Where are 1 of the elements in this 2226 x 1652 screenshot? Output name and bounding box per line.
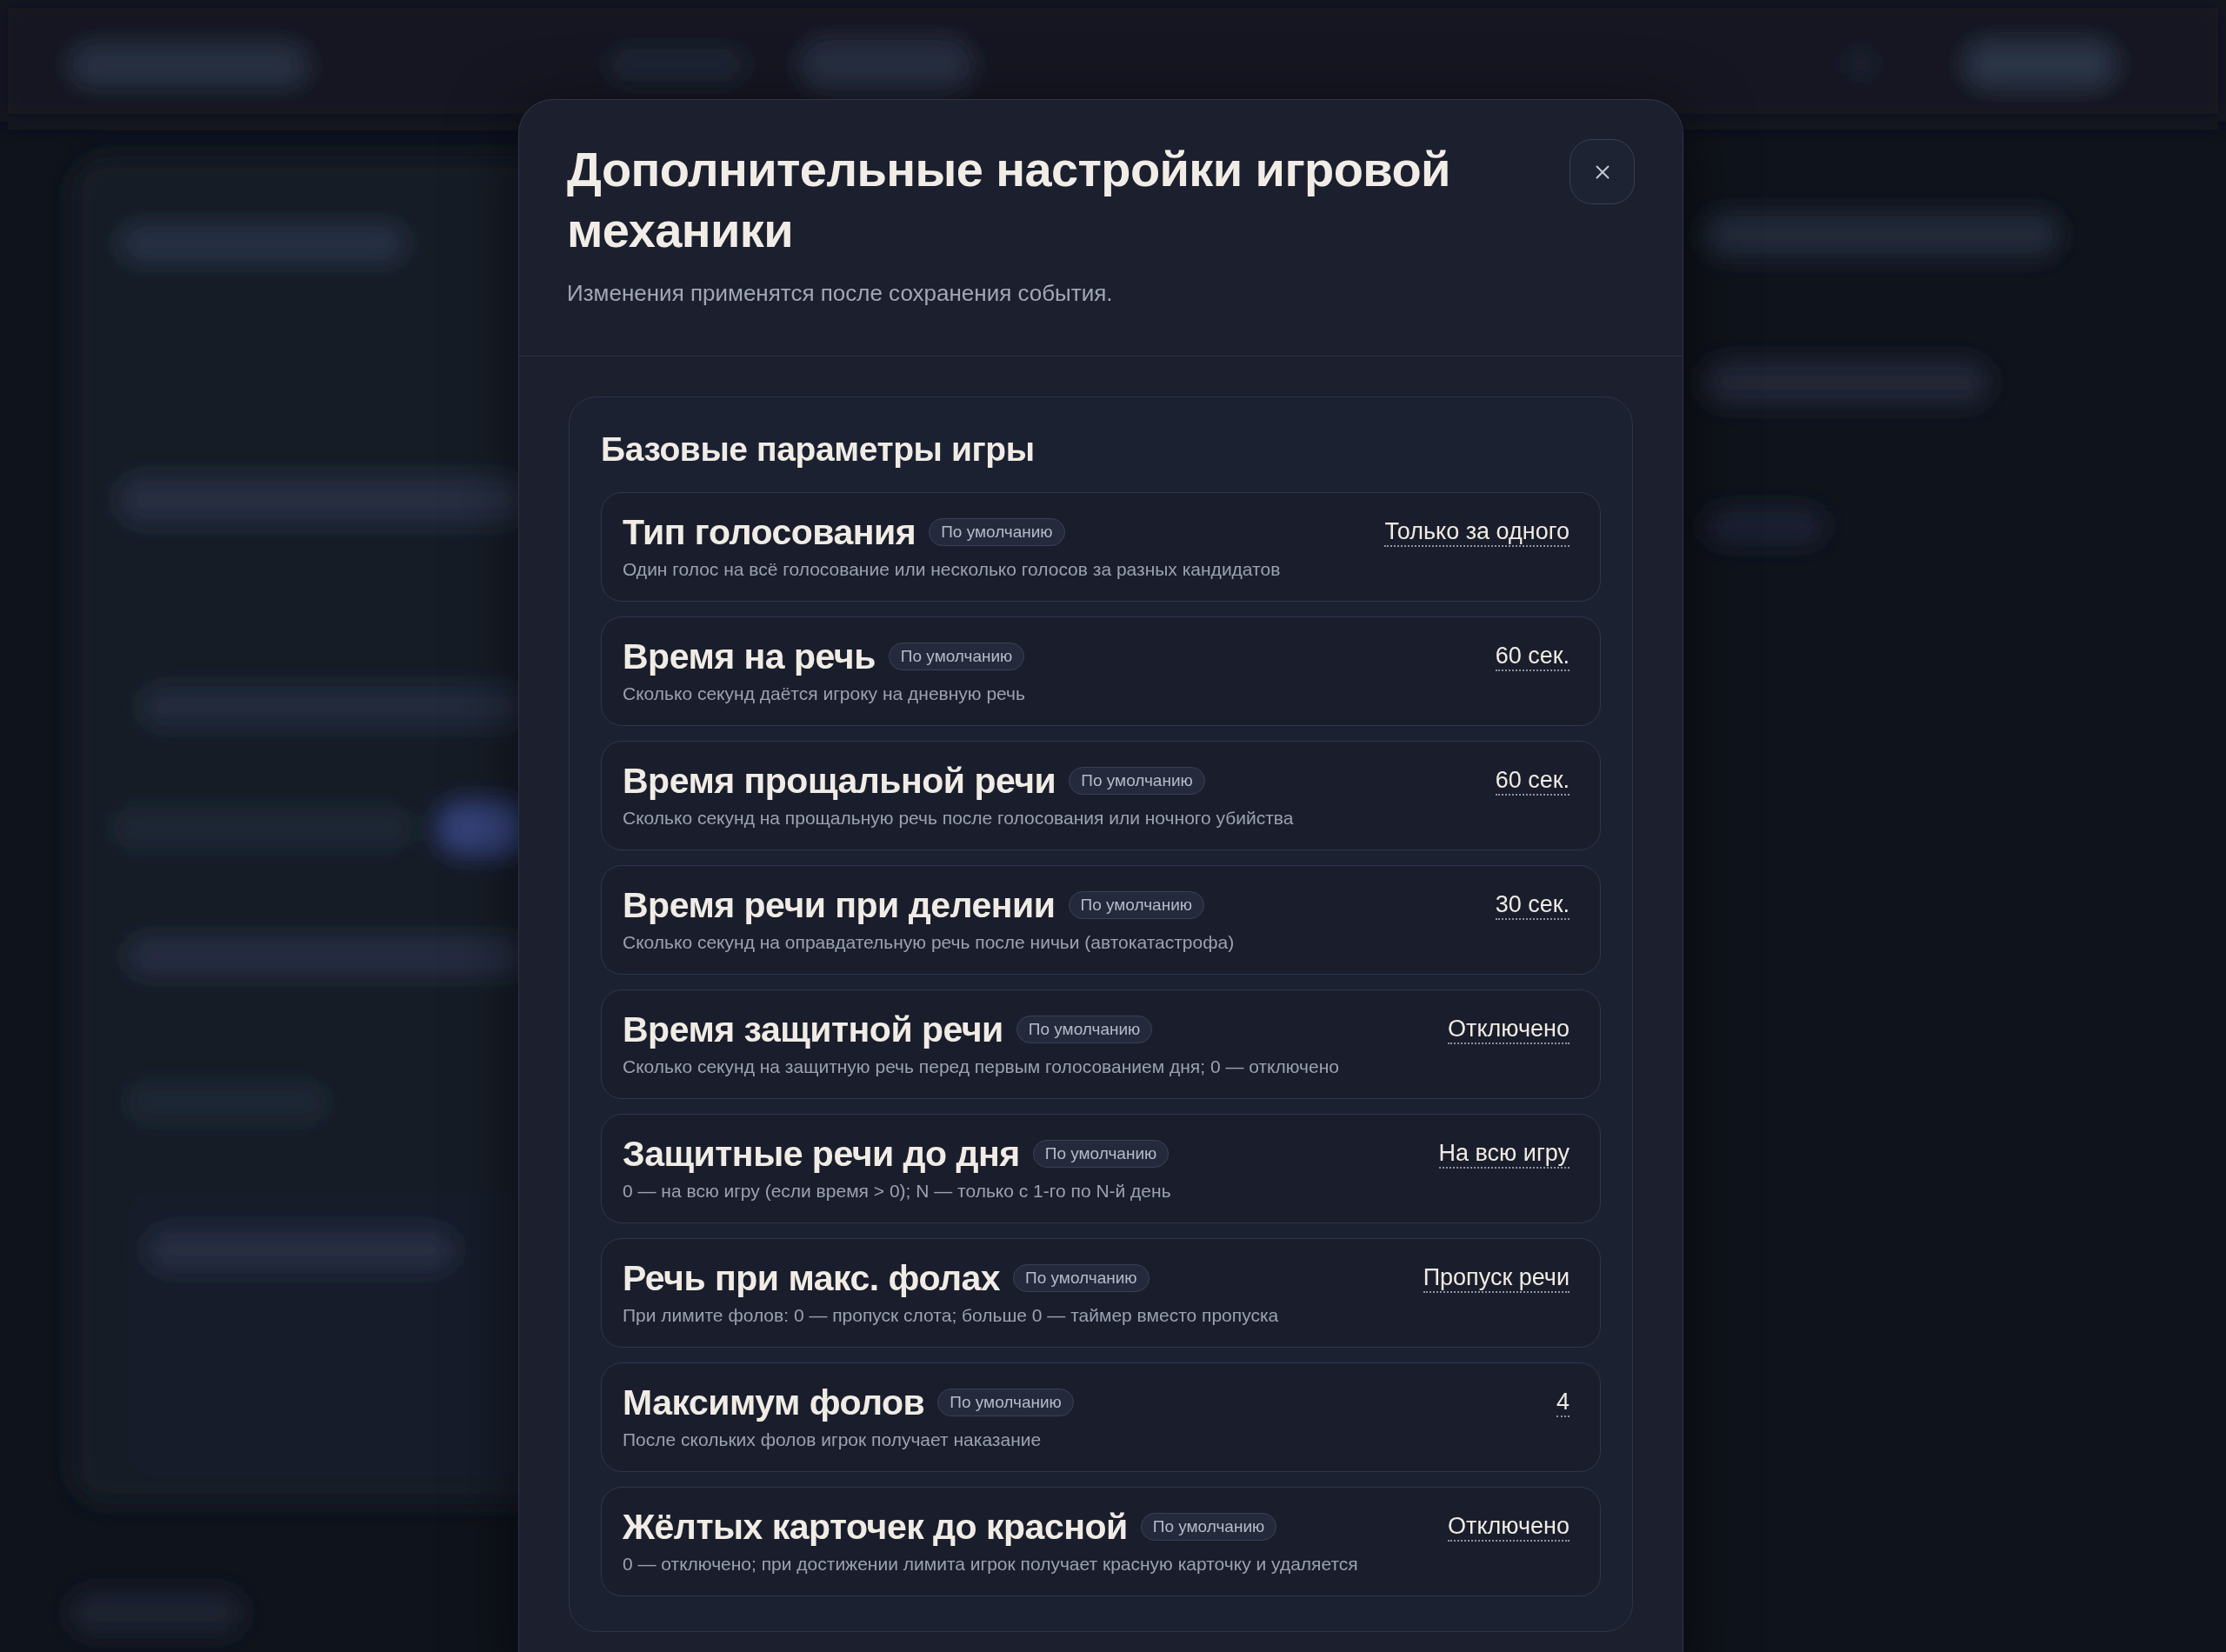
close-button[interactable]: [1570, 139, 1635, 204]
